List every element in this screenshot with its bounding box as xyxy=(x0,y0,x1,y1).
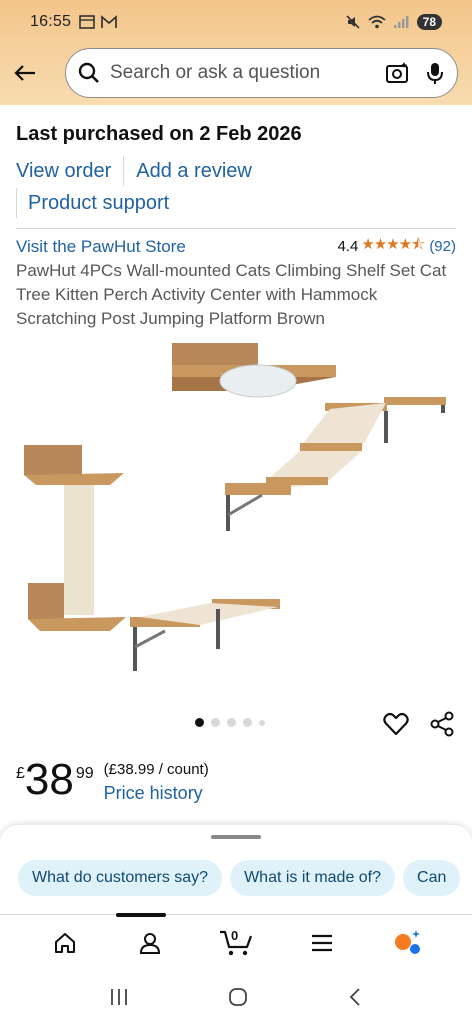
divider xyxy=(16,188,17,218)
sheet-handle[interactable] xyxy=(211,835,261,839)
view-order-link[interactable]: View order xyxy=(16,160,111,183)
price-whole: 38 xyxy=(24,755,74,804)
back-button[interactable] xyxy=(0,47,50,99)
wifi-icon xyxy=(368,15,386,29)
rufus-sheet[interactable]: What do customers say? What is it made o… xyxy=(0,825,472,915)
last-purchased-heading: Last purchased on 2 Feb 2026 xyxy=(16,123,302,145)
price-currency: £ xyxy=(16,765,25,782)
mute-icon xyxy=(346,15,360,29)
home-circle-icon[interactable] xyxy=(227,986,249,1008)
nav-home[interactable] xyxy=(41,919,89,967)
suggestion-chips: What do customers say? What is it made o… xyxy=(18,860,461,896)
search-row: Search or ask a question xyxy=(0,47,472,99)
carousel-dot[interactable] xyxy=(195,718,204,727)
order-links: View order Add a review xyxy=(16,156,252,186)
carousel-dot[interactable] xyxy=(227,718,236,727)
home-icon xyxy=(54,932,75,953)
suggestion-chip[interactable]: What is it made of? xyxy=(230,860,396,896)
suggestion-chip[interactable]: Can xyxy=(403,860,461,896)
search-placeholder: Search or ask a question xyxy=(110,62,321,83)
battery-indicator: 78 xyxy=(416,14,442,30)
search-input[interactable]: Search or ask a question xyxy=(65,48,458,98)
menu-icon xyxy=(311,934,332,951)
heart-icon xyxy=(383,712,409,736)
share-button[interactable] xyxy=(429,711,455,742)
recent-apps-icon[interactable] xyxy=(108,987,130,1007)
rufus-icon xyxy=(395,929,421,954)
carousel-dot[interactable] xyxy=(211,718,220,727)
bottom-nav: 0 xyxy=(0,913,472,970)
back-chevron-icon[interactable] xyxy=(346,986,364,1008)
header: 16:55 78 Search or ask a question xyxy=(0,0,472,105)
cart-count: 0 xyxy=(230,927,239,943)
carousel-dots[interactable] xyxy=(195,718,265,727)
camera-icon[interactable] xyxy=(385,61,409,85)
price-fraction: 99 xyxy=(75,765,94,782)
back-arrow-icon xyxy=(14,65,35,81)
active-tab-indicator xyxy=(116,913,166,917)
rating-summary[interactable]: 4.4 ★★★★⯪ (92) xyxy=(337,234,456,259)
carousel-dot[interactable] xyxy=(243,718,252,727)
status-bar: 16:55 78 xyxy=(0,0,472,44)
price-history-link[interactable]: Price history xyxy=(104,783,209,804)
rating-value: 4.4 xyxy=(337,238,359,255)
store-link[interactable]: Visit the PawHut Store xyxy=(16,237,186,257)
product-image[interactable] xyxy=(0,335,472,695)
add-review-link[interactable]: Add a review xyxy=(136,160,252,183)
store-rating-row: Visit the PawHut Store 4.4 ★★★★⯪ (92) xyxy=(16,234,456,259)
product-title: PawHut 4PCs Wall-mounted Cats Climbing S… xyxy=(16,261,447,328)
system-nav-bar xyxy=(0,970,472,1024)
section-divider xyxy=(16,228,456,229)
nav-account[interactable] xyxy=(126,919,174,967)
unit-price: (£38.99 / count) xyxy=(103,761,209,778)
search-icon xyxy=(78,62,99,83)
star-rating-icon: ★★★★⯪ xyxy=(361,236,425,253)
divider xyxy=(123,156,125,186)
signal-icon xyxy=(393,16,409,28)
price-block: £ 38 99 (£38.99 / count) Price history xyxy=(16,755,209,805)
carousel-dot[interactable] xyxy=(259,719,265,726)
support-row: Product support xyxy=(16,188,169,218)
product-support-link[interactable]: Product support xyxy=(28,192,169,215)
nav-rufus[interactable] xyxy=(383,919,431,967)
gallery-notification-icon xyxy=(79,15,95,29)
suggestion-chip[interactable]: What do customers say? xyxy=(18,860,223,896)
nav-cart[interactable]: 0 xyxy=(212,919,260,967)
account-icon xyxy=(140,932,161,954)
wishlist-button[interactable] xyxy=(383,711,409,742)
nav-menu[interactable] xyxy=(298,919,346,967)
rating-count: (92) xyxy=(429,238,456,255)
microphone-icon[interactable] xyxy=(425,61,445,85)
share-icon xyxy=(430,711,454,737)
status-time: 16:55 xyxy=(30,13,72,30)
gmail-notification-icon xyxy=(101,15,117,28)
